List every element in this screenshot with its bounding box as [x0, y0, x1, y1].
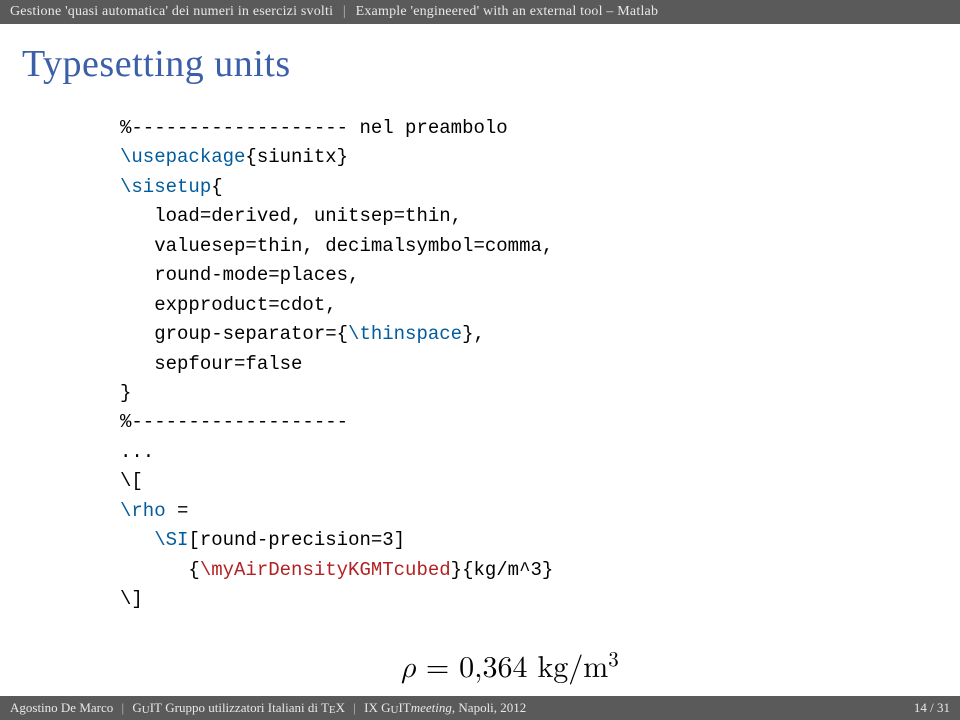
slide-body: %------------------- nel preambolo \usep… — [0, 94, 960, 696]
code-line: %------------------- — [120, 411, 348, 433]
code-line: valuesep=thin, decimalsymbol=comma, — [120, 235, 553, 257]
guit-logo: GUIT — [132, 700, 162, 715]
code-line: {\myAirDensityKGMTcubed}{kg/m^3} — [120, 559, 553, 581]
vertical-bar-icon: | — [122, 700, 125, 715]
latex-command: \SI — [154, 529, 188, 551]
footer: Agostino De Marco | GUIT Gruppo utilizza… — [0, 696, 960, 720]
code-line: \usepackage{siunitx} — [120, 146, 348, 168]
breadcrumb: Gestione 'quasi automatica' dei numeri i… — [0, 0, 960, 24]
footer-group: Gruppo utilizzatori Italiani di T — [165, 700, 329, 715]
equation-equals: = — [416, 653, 459, 683]
latex-command: \usepackage — [120, 146, 245, 168]
footer-meeting: IX GUITmeeting, Napoli, 2012 — [364, 700, 526, 715]
code-line: expproduct=cdot, — [120, 294, 337, 316]
footer-left: Agostino De Marco | GUIT Gruppo utilizza… — [10, 700, 526, 716]
page-number: 14 / 31 — [914, 700, 950, 715]
vertical-bar-icon: | — [343, 4, 346, 19]
page-title: Typesetting units — [22, 42, 960, 86]
slide: Gestione 'quasi automatica' dei numeri i… — [0, 0, 960, 720]
latex-command: \thinspace — [348, 323, 462, 345]
math-equation: ρ = 0,364 kg/m3 — [120, 648, 900, 686]
footer-right: 14 / 31 — [914, 700, 950, 716]
code-line: \sisetup{ — [120, 176, 223, 198]
code-line: sepfour=false — [120, 353, 302, 375]
equation-lhs: ρ — [401, 653, 416, 683]
code-block: %------------------- nel preambolo \usep… — [120, 114, 900, 614]
code-line: round-mode=places, — [120, 264, 359, 286]
code-line: ... — [120, 441, 154, 463]
code-line: \[ — [120, 470, 143, 492]
code-line: load=derived, unitsep=thin, — [120, 205, 462, 227]
latex-macro: \myAirDensityKGMTcubed — [200, 559, 451, 581]
code-line: %------------------- nel preambolo — [120, 117, 508, 139]
code-line: group-separator={\thinspace}, — [120, 323, 485, 345]
equation-unit: kg/m3 — [537, 653, 618, 683]
vertical-bar-icon: | — [353, 700, 356, 715]
code-line: \rho = — [120, 500, 188, 522]
code-line: } — [120, 382, 131, 404]
breadcrumb-item-1: Gestione 'quasi automatica' dei numeri i… — [10, 4, 333, 19]
code-line: \] — [120, 588, 143, 610]
latex-command: \rho — [120, 500, 166, 522]
breadcrumb-item-2: Example 'engineered' with an external to… — [356, 4, 659, 19]
code-line: \SI[round-precision=3] — [120, 529, 405, 551]
footer-author: Agostino De Marco — [10, 700, 113, 715]
guit-logo: GUIT — [381, 700, 411, 715]
latex-command: \sisetup — [120, 176, 211, 198]
equation-value: 0,364 — [459, 653, 527, 683]
